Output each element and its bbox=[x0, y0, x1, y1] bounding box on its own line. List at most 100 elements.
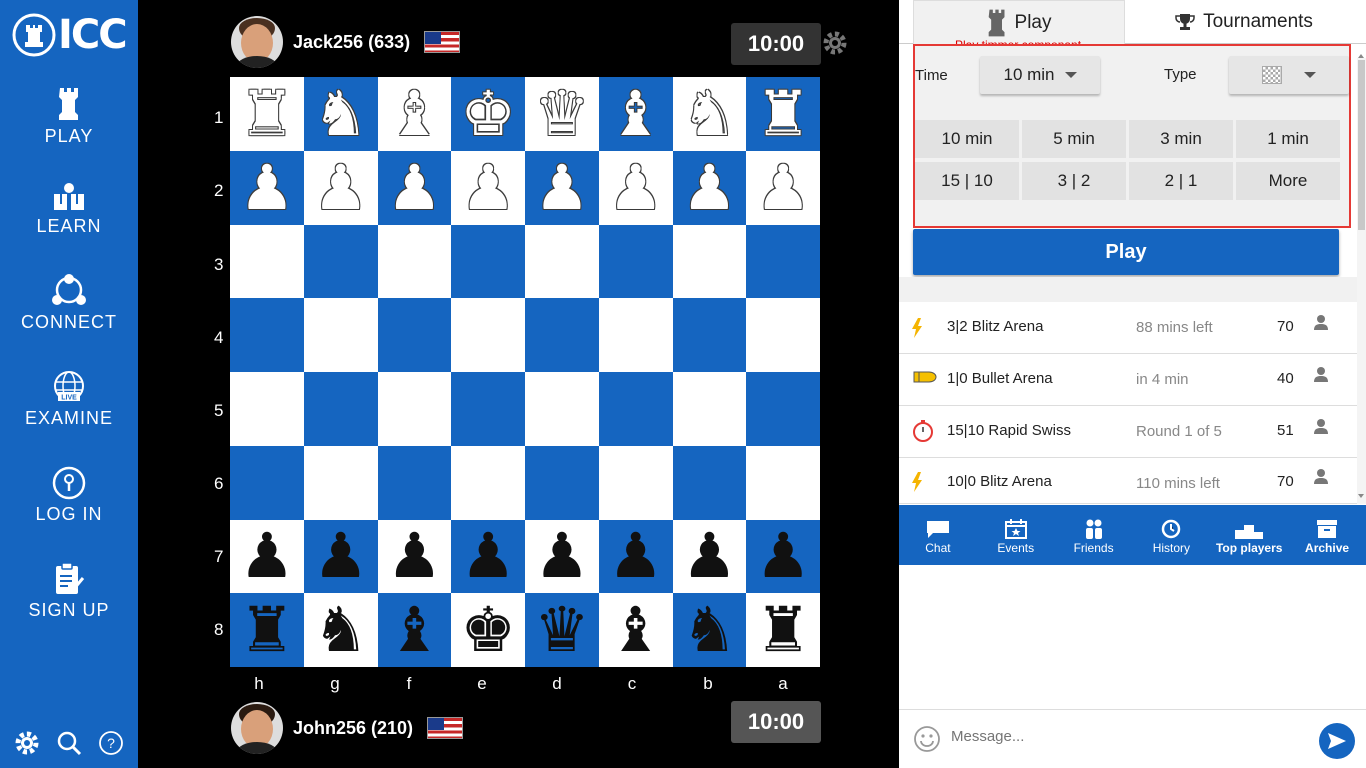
board-square[interactable] bbox=[451, 298, 525, 372]
board-square[interactable]: ♟ bbox=[525, 519, 599, 594]
white-pawn-icon[interactable]: ♟ bbox=[460, 156, 516, 219]
black-knight-icon[interactable]: ♞ bbox=[313, 599, 369, 661]
board-square[interactable]: ♟ bbox=[672, 519, 747, 594]
white-knight-icon[interactable]: ♞ bbox=[682, 82, 738, 145]
white-pawn-icon[interactable]: ♟ bbox=[755, 156, 811, 219]
board-square[interactable]: ♟ bbox=[303, 519, 378, 594]
play-button[interactable]: Play bbox=[913, 229, 1339, 275]
board-square[interactable] bbox=[746, 298, 820, 372]
board-square[interactable]: ♟ bbox=[230, 150, 304, 225]
board-square[interactable] bbox=[598, 298, 673, 372]
board-square[interactable]: ♜ bbox=[746, 77, 820, 151]
gear-icon[interactable] bbox=[14, 730, 40, 756]
board-square[interactable]: ♝ bbox=[377, 593, 452, 667]
list-item[interactable]: 1|0 Bullet Arena in 4 min 40 bbox=[899, 354, 1357, 406]
black-pawn-icon[interactable]: ♟ bbox=[387, 525, 443, 587]
board-square[interactable] bbox=[672, 372, 747, 446]
board-square[interactable] bbox=[451, 445, 525, 520]
board-square[interactable]: ♚ bbox=[451, 593, 525, 667]
board-square[interactable]: ♝ bbox=[598, 77, 673, 151]
board-square[interactable] bbox=[377, 224, 452, 299]
board-square[interactable] bbox=[303, 298, 378, 372]
time-button[interactable]: 3 min bbox=[1129, 120, 1233, 158]
black-pawn-icon[interactable]: ♟ bbox=[682, 525, 738, 587]
board-square[interactable] bbox=[525, 372, 599, 446]
board-square[interactable]: ♜ bbox=[230, 593, 304, 667]
board-square[interactable] bbox=[377, 445, 452, 520]
white-pawn-icon[interactable]: ♟ bbox=[239, 156, 295, 219]
board-square[interactable]: ♟ bbox=[598, 519, 673, 594]
board-square[interactable]: ♟ bbox=[672, 150, 747, 225]
black-queen-icon[interactable]: ♛ bbox=[534, 599, 590, 661]
white-king-icon[interactable]: ♚ bbox=[460, 82, 516, 145]
white-pawn-icon[interactable]: ♟ bbox=[387, 156, 443, 219]
time-button[interactable]: 10 min bbox=[915, 120, 1019, 158]
white-rook-icon[interactable]: ♜ bbox=[239, 82, 295, 145]
board-square[interactable] bbox=[598, 224, 673, 299]
board-square[interactable] bbox=[230, 298, 304, 372]
icc-logo[interactable]: ICC bbox=[12, 10, 128, 60]
board-square[interactable]: ♝ bbox=[377, 77, 452, 151]
emoji-icon[interactable] bbox=[913, 725, 941, 758]
white-rook-icon[interactable]: ♜ bbox=[755, 82, 811, 145]
scrollbar-thumb[interactable] bbox=[1358, 60, 1365, 230]
board-square[interactable] bbox=[525, 445, 599, 520]
board-square[interactable]: ♟ bbox=[525, 150, 599, 225]
board-square[interactable] bbox=[525, 224, 599, 299]
white-bishop-icon[interactable]: ♝ bbox=[608, 82, 664, 145]
board-square[interactable] bbox=[303, 445, 378, 520]
board-square[interactable]: ♚ bbox=[451, 77, 525, 151]
help-icon[interactable]: ? bbox=[98, 730, 124, 756]
board-square[interactable] bbox=[672, 445, 747, 520]
more-times-button[interactable]: More bbox=[1236, 162, 1340, 200]
board-square[interactable]: ♟ bbox=[746, 150, 820, 225]
board-square[interactable] bbox=[746, 224, 820, 299]
time-button[interactable]: 5 min bbox=[1022, 120, 1126, 158]
nav-login[interactable]: LOG IN bbox=[0, 466, 138, 525]
board-square[interactable]: ♛ bbox=[525, 593, 599, 667]
black-pawn-icon[interactable]: ♟ bbox=[239, 525, 295, 587]
board-square[interactable]: ♟ bbox=[377, 150, 452, 225]
nav-history[interactable]: History bbox=[1132, 505, 1210, 565]
time-button[interactable]: 1 min bbox=[1236, 120, 1340, 158]
nav-examine[interactable]: LIVE EXAMINE bbox=[0, 370, 138, 429]
black-bishop-icon[interactable]: ♝ bbox=[387, 599, 443, 661]
board-square[interactable] bbox=[525, 298, 599, 372]
board-square[interactable] bbox=[303, 224, 378, 299]
board-square[interactable] bbox=[672, 224, 747, 299]
board-square[interactable]: ♝ bbox=[598, 593, 673, 667]
black-pawn-icon[interactable]: ♟ bbox=[608, 525, 664, 587]
board-square[interactable] bbox=[377, 298, 452, 372]
list-item[interactable]: 3|2 Blitz Arena 88 mins left 70 bbox=[899, 302, 1357, 354]
board-square[interactable] bbox=[230, 224, 304, 299]
board-square[interactable] bbox=[303, 372, 378, 446]
board-square[interactable]: ♞ bbox=[303, 593, 378, 667]
board-square[interactable]: ♟ bbox=[746, 519, 820, 594]
send-button[interactable] bbox=[1319, 723, 1355, 759]
scroll-down-arrow-icon[interactable] bbox=[1358, 494, 1364, 498]
nav-events[interactable]: Events bbox=[977, 505, 1055, 565]
list-item[interactable]: 10|0 Blitz Arena 110 mins left 70 bbox=[899, 458, 1357, 504]
board-square[interactable] bbox=[598, 445, 673, 520]
white-queen-icon[interactable]: ♛ bbox=[534, 82, 590, 145]
board-square[interactable]: ♛ bbox=[525, 77, 599, 151]
black-rook-icon[interactable]: ♜ bbox=[755, 599, 811, 661]
message-input[interactable] bbox=[951, 728, 1251, 745]
nav-archive[interactable]: Archive bbox=[1288, 505, 1366, 565]
chess-board[interactable]: ♜ ♞ ♝ ♚ ♛ ♝ ♞ ♜ ♟ ♟ ♟ ♟ ♟ ♟ ♟ ♟ ♟ ♟ ♟ ♟ ♟ ♟ ♟ ♟ ♜ ♞ ♝ ♚ ♛ ♝ ♞ ♜ bbox=[230, 77, 820, 667]
board-square[interactable]: ♞ bbox=[303, 77, 378, 151]
board-square[interactable] bbox=[230, 445, 304, 520]
white-pawn-icon[interactable]: ♟ bbox=[534, 156, 590, 219]
board-settings-gear-icon[interactable] bbox=[822, 30, 848, 61]
board-square[interactable] bbox=[598, 372, 673, 446]
board-square[interactable]: ♟ bbox=[451, 519, 525, 594]
nav-top-players[interactable]: Top players bbox=[1210, 505, 1288, 565]
board-square[interactable] bbox=[451, 372, 525, 446]
board-square[interactable]: ♜ bbox=[746, 593, 820, 667]
board-square[interactable] bbox=[746, 372, 820, 446]
nav-connect[interactable]: CONNECT bbox=[0, 274, 138, 333]
board-square[interactable]: ♟ bbox=[598, 150, 673, 225]
search-icon[interactable] bbox=[56, 730, 82, 756]
board-square[interactable]: ♟ bbox=[303, 150, 378, 225]
black-king-icon[interactable]: ♚ bbox=[460, 599, 516, 661]
